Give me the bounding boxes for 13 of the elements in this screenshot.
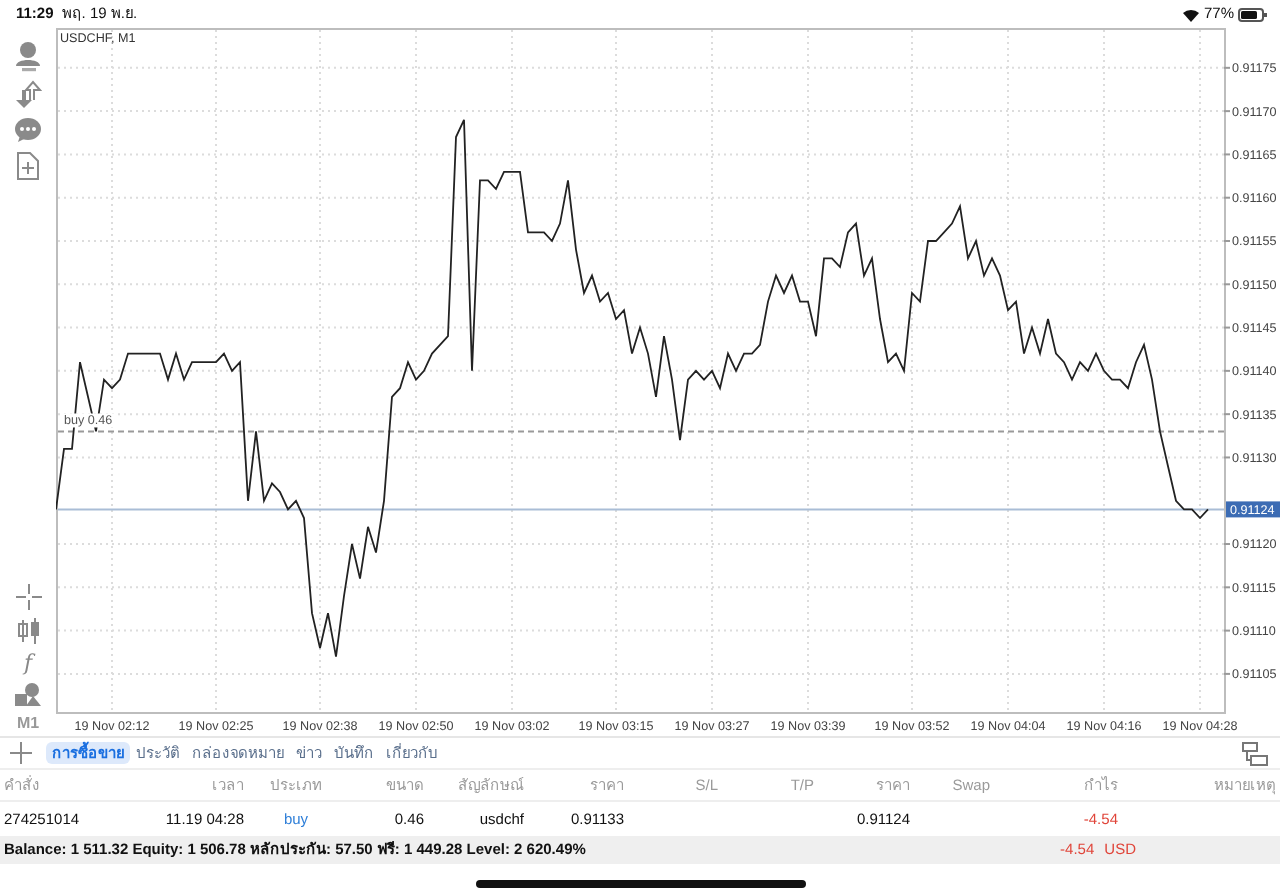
- up-down-arrows-icon[interactable]: [14, 80, 42, 108]
- candlestick-icon[interactable]: [15, 618, 41, 644]
- timeframe-button[interactable]: M1: [16, 716, 40, 732]
- chat-icon[interactable]: [14, 116, 42, 144]
- wifi-icon: [1181, 7, 1200, 21]
- indicator-button[interactable]: f: [23, 652, 33, 674]
- plus-icon[interactable]: [8, 740, 34, 766]
- shapes-icon[interactable]: [14, 682, 42, 708]
- crosshair-icon[interactable]: [15, 584, 41, 610]
- layout-icon[interactable]: [1242, 741, 1268, 765]
- account-icon[interactable]: [14, 40, 42, 72]
- new-document-icon[interactable]: [16, 152, 40, 180]
- battery-icon: [1238, 7, 1268, 21]
